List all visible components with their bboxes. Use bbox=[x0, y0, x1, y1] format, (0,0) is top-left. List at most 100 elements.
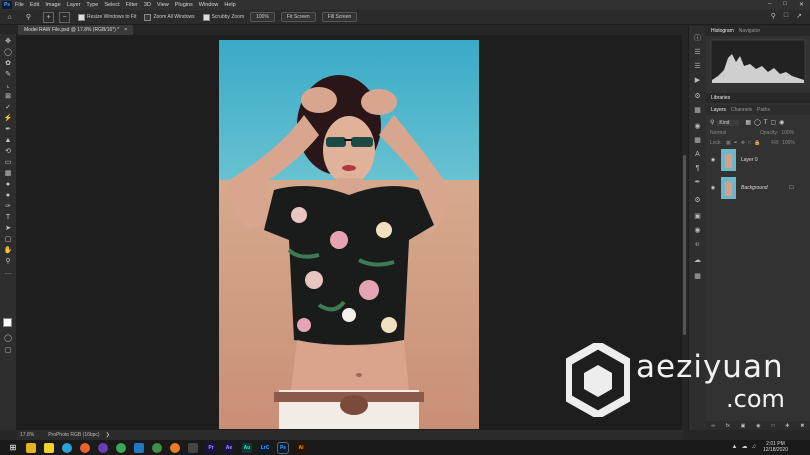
trash-icon[interactable]: ✖ bbox=[800, 423, 804, 429]
menu-view[interactable]: View bbox=[157, 2, 169, 8]
eye-icon[interactable]: ◉ bbox=[709, 185, 717, 191]
blender-icon[interactable] bbox=[170, 442, 180, 453]
color-icon[interactable]: ◉ bbox=[692, 226, 703, 235]
menu-window[interactable]: Window bbox=[199, 2, 219, 8]
close-tab-icon[interactable]: × bbox=[124, 27, 127, 33]
text-icon[interactable]: T bbox=[3, 213, 13, 222]
fill-value[interactable]: 100% bbox=[782, 140, 795, 146]
document-image[interactable] bbox=[219, 40, 479, 429]
layer-name[interactable]: Layer 0 bbox=[741, 157, 758, 163]
character-icon[interactable]: A bbox=[692, 150, 703, 159]
blur-icon[interactable]: ● bbox=[3, 180, 13, 189]
opacity-value[interactable]: 100% bbox=[781, 130, 794, 136]
scrubby-zoom-checkbox[interactable]: Scrubby Zoom bbox=[202, 13, 244, 21]
lock-icon[interactable]: ▦✒✥□🔒 bbox=[726, 140, 763, 146]
lightroom-icon[interactable]: LrC bbox=[260, 442, 270, 453]
brush-icon[interactable]: ✒ bbox=[3, 125, 13, 134]
status-arrow-icon[interactable]: ❯ bbox=[106, 432, 110, 438]
frame-icon[interactable]: ⊠ bbox=[3, 92, 13, 101]
more-tools-icon[interactable]: … bbox=[3, 268, 13, 277]
tab-navigator[interactable]: Navigator bbox=[739, 28, 760, 34]
history-brush-icon[interactable]: ⟲ bbox=[3, 147, 13, 156]
after-effects-icon[interactable]: Ae bbox=[224, 442, 234, 453]
windows-start-icon[interactable]: ⊞ bbox=[8, 443, 18, 453]
menu-image[interactable]: Image bbox=[45, 2, 60, 8]
channels-icon[interactable]: ▦ bbox=[692, 136, 703, 145]
blend-mode-select[interactable]: Normal bbox=[710, 130, 750, 136]
quick-mask-icon[interactable]: ◯ bbox=[3, 334, 13, 343]
vscode-icon[interactable] bbox=[134, 442, 144, 453]
zoom-tool-icon[interactable]: ⚲ bbox=[3, 257, 13, 266]
firefox-icon[interactable] bbox=[80, 442, 90, 453]
layer-comps-icon[interactable]: ▦ bbox=[692, 272, 703, 281]
layer-name[interactable]: Background bbox=[741, 185, 768, 191]
search-icon[interactable]: ⚲ bbox=[771, 12, 776, 20]
marquee-icon[interactable]: ◯ bbox=[3, 48, 13, 57]
info-icon[interactable]: ⓘ bbox=[692, 34, 703, 43]
maximize-icon[interactable]: □ bbox=[783, 1, 787, 8]
document-info[interactable]: ProPhoto RGB (16bpc) bbox=[48, 432, 99, 438]
menu-file[interactable]: File bbox=[15, 2, 24, 8]
filter-icons[interactable]: ▦◯T▢◉ bbox=[745, 119, 787, 126]
move-icon[interactable]: ✥ bbox=[3, 37, 13, 46]
audition-icon[interactable]: Au bbox=[242, 442, 252, 453]
cloud-icon[interactable]: ☁ bbox=[692, 256, 703, 265]
menu-layer[interactable]: Layer bbox=[67, 2, 81, 8]
eye-icon[interactable]: ◉ bbox=[709, 157, 717, 163]
folder-icon[interactable]: □ bbox=[771, 423, 774, 429]
chrome-icon[interactable] bbox=[116, 442, 126, 453]
workspace-icon[interactable]: □ bbox=[784, 12, 788, 20]
history-icon[interactable]: ☰ bbox=[692, 62, 703, 71]
zoom-all-checkbox[interactable]: Zoom All Windows bbox=[144, 13, 195, 21]
scrollbar-thumb[interactable] bbox=[683, 155, 686, 335]
play-icon[interactable]: ▶ bbox=[692, 76, 703, 85]
resize-windows-checkbox[interactable]: Resize Windows to Fit bbox=[78, 13, 136, 21]
tool-presets-icon[interactable]: ⚙ bbox=[692, 196, 703, 205]
home-icon[interactable]: ⌂ bbox=[5, 13, 14, 22]
lasso-icon[interactable]: ✿ bbox=[3, 59, 13, 68]
clock[interactable]: 2:01 PM 12/18/2020 bbox=[763, 441, 788, 453]
hand-icon[interactable]: ✋ bbox=[3, 246, 13, 255]
quick-select-icon[interactable]: ✎ bbox=[3, 70, 13, 79]
gradient-icon[interactable]: ▦ bbox=[3, 169, 13, 178]
minimize-icon[interactable]: – bbox=[768, 1, 771, 8]
premiere-icon[interactable]: Pr bbox=[206, 442, 216, 453]
paragraph-icon[interactable]: ¶ bbox=[692, 164, 703, 173]
firefox-alt-icon[interactable] bbox=[98, 442, 108, 453]
zoom-in-icon[interactable]: + bbox=[43, 11, 54, 23]
app-icon[interactable] bbox=[152, 442, 162, 453]
new-layer-icon[interactable]: ✚ bbox=[785, 423, 789, 429]
crop-icon[interactable]: ⌞ bbox=[3, 81, 13, 90]
system-tray-icons[interactable]: ▲☁♫ bbox=[732, 443, 760, 450]
clone-stamp-icon[interactable]: ▲ bbox=[3, 136, 13, 145]
path-select-icon[interactable]: ➤ bbox=[3, 224, 13, 233]
layer-row[interactable]: ◉ Layer 0 bbox=[706, 147, 810, 172]
foreground-color-swatch[interactable] bbox=[3, 318, 12, 327]
eyedropper-icon[interactable]: ✓ bbox=[3, 103, 13, 112]
zoom-out-icon[interactable]: − bbox=[59, 11, 70, 23]
fill-screen-button[interactable]: Fill Screen bbox=[321, 12, 358, 22]
edge-icon[interactable] bbox=[62, 442, 72, 453]
terminal-icon[interactable] bbox=[188, 442, 198, 453]
styles-icon[interactable]: ◉ bbox=[692, 122, 703, 131]
zoom-icon[interactable]: ⚲ bbox=[24, 13, 33, 22]
kind-select[interactable]: Kind bbox=[717, 119, 740, 126]
illustrator-icon[interactable]: Ai bbox=[296, 442, 306, 453]
menu-select[interactable]: Select bbox=[104, 2, 119, 8]
close-icon[interactable]: ✕ bbox=[799, 1, 804, 8]
link-icon[interactable]: ∞ bbox=[711, 423, 715, 429]
tab-layers[interactable]: Layers bbox=[711, 107, 726, 113]
sticky-notes-icon[interactable] bbox=[44, 442, 54, 453]
extension-icon[interactable]: ℮ bbox=[692, 240, 703, 249]
tab-libraries[interactable]: Libraries bbox=[711, 95, 730, 101]
adjustments-icon[interactable]: ⚙ bbox=[692, 92, 703, 101]
brush-settings-icon[interactable]: ✒ bbox=[692, 178, 703, 187]
healing-brush-icon[interactable]: ⚡ bbox=[3, 114, 13, 123]
pen-icon[interactable]: ✑ bbox=[3, 202, 13, 211]
menu-plugins[interactable]: Plugins bbox=[175, 2, 193, 8]
screen-mode-icon[interactable]: ▢ bbox=[3, 346, 13, 355]
zoom-level[interactable]: 17.8% bbox=[20, 432, 34, 438]
folder-icon[interactable] bbox=[26, 442, 36, 453]
layer-row[interactable]: ◉ Background □ bbox=[706, 175, 810, 200]
fx-icon[interactable]: fx bbox=[726, 423, 730, 429]
